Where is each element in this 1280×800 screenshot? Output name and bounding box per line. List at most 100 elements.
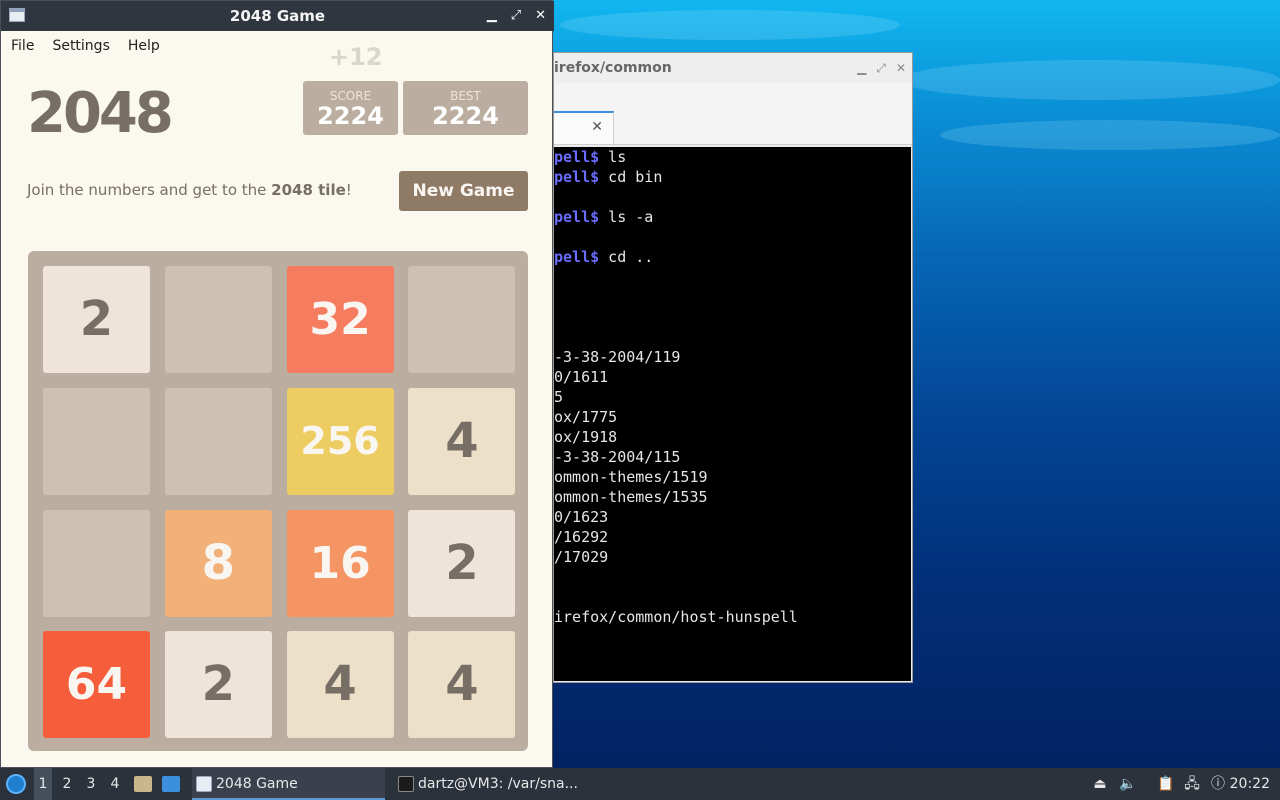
terminal-text: ommon-themes/1535 <box>554 488 708 506</box>
tile-4: 4 <box>408 387 516 495</box>
desktop-switch-4[interactable]: 4 <box>106 768 124 800</box>
minimize-icon[interactable]: ▁ <box>487 1 497 31</box>
empty-cell <box>43 387 150 495</box>
intro-text: Join the numbers and get to the <box>27 181 272 199</box>
terminal-line: ommon-themes/1519 <box>554 467 911 487</box>
task-terminal[interactable]: dartz@VM3: /var/sna... <box>394 768 604 800</box>
terminal-text: irefox/common/host-hunspell <box>554 608 798 626</box>
terminal-tabbar: ✕ <box>554 83 912 145</box>
terminal-line: pell$ ls <box>554 147 911 167</box>
tile-4: 4 <box>408 631 516 739</box>
maximize-icon[interactable]: ⤢ <box>876 53 886 83</box>
game-board[interactable]: 2 32 256 4 8 16 2 64 2 4 4 <box>28 251 528 751</box>
terminal-line: pell$ cd bin <box>554 167 911 187</box>
empty-cell <box>408 266 516 373</box>
volume-icon[interactable]: 🔈 <box>1118 768 1138 800</box>
game-window-title: 2048 Game <box>229 7 326 25</box>
task-2048-game[interactable]: 2048 Game <box>192 768 385 800</box>
terminal-tab[interactable]: ✕ <box>554 111 614 144</box>
terminal-text: cd bin <box>599 168 663 186</box>
terminal-line: pell$ cd .. <box>554 247 911 267</box>
terminal-prompt: pell$ <box>554 248 600 266</box>
menubar: File Settings Help <box>1 31 552 61</box>
clipboard-icon[interactable]: 📋 <box>1156 768 1176 800</box>
terminal-icon <box>398 776 414 792</box>
best-label: BEST <box>450 89 481 103</box>
empty-cell <box>43 509 150 617</box>
eject-icon[interactable]: ⏏ <box>1090 768 1110 800</box>
minimize-icon[interactable]: ▁ <box>857 53 866 83</box>
tab-close-icon[interactable]: ✕ <box>591 119 603 135</box>
best-value: 2224 <box>432 102 499 130</box>
score-increment: +12 <box>329 43 383 71</box>
tile-256: 256 <box>286 387 394 495</box>
desktop-wallpaper-highlight <box>940 120 1280 150</box>
task-label: 2048 Game <box>216 776 298 792</box>
terminal-title: irefox/common <box>554 60 672 76</box>
terminal-text: ox/1775 <box>554 408 618 426</box>
terminal-text: ox/1918 <box>554 428 618 446</box>
tile-2: 2 <box>408 509 516 617</box>
new-game-button[interactable]: New Game <box>399 171 528 211</box>
game-logo: 2048 <box>27 81 174 146</box>
menu-file[interactable]: File <box>11 38 34 54</box>
file-manager-launcher[interactable] <box>132 768 152 800</box>
clock: 20:22 <box>1229 776 1270 792</box>
score-box: SCORE 2224 <box>303 81 398 135</box>
game-titlebar[interactable]: 2048 Game ▁ ⤢ ✕ <box>1 1 554 31</box>
terminal-window[interactable]: irefox/common ▁ ⤢ ✕ ✕ pell$ ls pell$ cd b… <box>553 52 913 683</box>
terminal-text: ls -a <box>599 208 654 226</box>
tile-32: 32 <box>286 266 394 373</box>
start-menu-button[interactable] <box>4 768 28 800</box>
empty-cell <box>164 387 272 495</box>
terminal-prompt: pell$ <box>554 208 600 226</box>
terminal-text: ommon-themes/1519 <box>554 468 708 486</box>
show-desktop-launcher[interactable] <box>160 768 180 800</box>
menu-icon <box>6 774 26 794</box>
tile-8: 8 <box>164 509 272 617</box>
menu-settings[interactable]: Settings <box>52 38 109 54</box>
terminal-text: -3-38-2004/115 <box>554 448 681 466</box>
terminal-line: irefox/common/host-hunspell <box>554 607 911 627</box>
terminal-line: 5 <box>554 387 911 407</box>
terminal-line: /17029 <box>554 547 911 567</box>
desktop-switch-1[interactable]: 1 <box>34 768 52 800</box>
menu-help[interactable]: Help <box>128 38 160 54</box>
terminal-text: 5 <box>554 388 564 406</box>
maximize-icon[interactable]: ⤢ <box>511 1 521 31</box>
terminal-line: pell$ ls -a <box>554 207 911 227</box>
desktop-icon <box>162 776 180 792</box>
desktop-switch-3[interactable]: 3 <box>82 768 100 800</box>
intro-suffix: ! <box>345 181 352 199</box>
terminal-text: 0/1623 <box>554 508 609 526</box>
desktop-wallpaper-highlight <box>900 60 1280 100</box>
terminal-line: ox/1775 <box>554 407 911 427</box>
network-icon[interactable]: 🖧 <box>1182 768 1202 800</box>
terminal-text: /16292 <box>554 528 609 546</box>
task-label: dartz@VM3: /var/sna... <box>418 776 578 792</box>
terminal-titlebar[interactable]: irefox/common ▁ ⤢ ✕ <box>554 53 912 83</box>
terminal-prompt: pell$ <box>554 168 600 186</box>
folder-icon <box>134 776 152 792</box>
tile-2: 2 <box>164 631 272 739</box>
tile-2: 2 <box>43 266 150 373</box>
terminal-line: 0/1611 <box>554 367 911 387</box>
taskbar: 1 2 3 4 2048 Game dartz@VM3: /var/sna...… <box>0 768 1280 800</box>
update-icon[interactable]: ⓘ <box>1208 768 1228 800</box>
score-label: SCORE <box>329 89 372 103</box>
terminal-output[interactable]: pell$ ls pell$ cd bin pell$ ls -a pell$ cd … <box>554 147 911 681</box>
close-icon[interactable]: ✕ <box>896 53 906 83</box>
game-intro: Join the numbers and get to the 2048 til… <box>27 181 352 199</box>
desktop-wallpaper-highlight <box>560 10 900 40</box>
terminal-prompt: pell$ <box>554 148 600 166</box>
game-window[interactable]: 2048 Game ▁ ⤢ ✕ File Settings Help 2048 … <box>0 0 554 768</box>
close-icon[interactable]: ✕ <box>535 1 546 31</box>
terminal-line: 0/1623 <box>554 507 911 527</box>
desktop-switch-2[interactable]: 2 <box>58 768 76 800</box>
terminal-line: ommon-themes/1535 <box>554 487 911 507</box>
empty-cell <box>164 266 272 373</box>
